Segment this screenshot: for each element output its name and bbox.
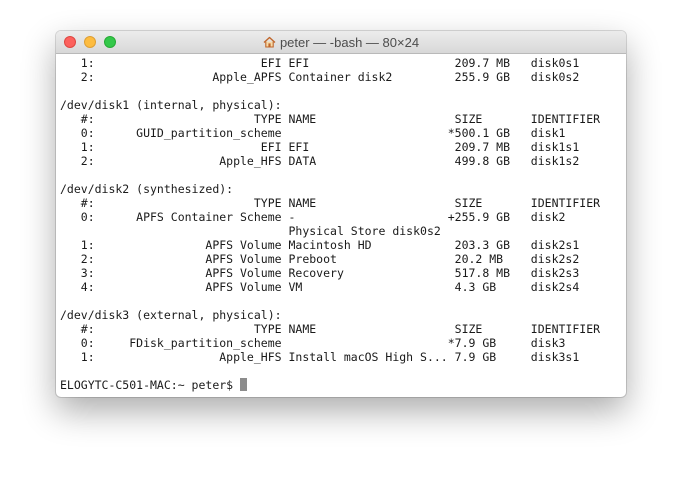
terminal-line: #: TYPE NAME SIZE IDENTIFIER (60, 112, 601, 126)
text-cursor (240, 378, 248, 391)
window-title-area: peter — -bash — 80×24 (56, 31, 626, 53)
home-icon (263, 36, 276, 48)
terminal-line: 1: EFI EFI 209.7 MB disk1s1 (60, 140, 580, 154)
terminal-line: 1: Apple_HFS Install macOS High S... 7.9… (60, 350, 580, 364)
window-title: peter — -bash — 80×24 (279, 34, 420, 50)
shell-prompt: ELOGYTC-C501-MAC:~ peter$ (60, 378, 241, 392)
terminal-line: 0: GUID_partition_scheme *500.1 GB disk1 (60, 126, 566, 140)
terminal-line: /dev/disk1 (internal, physical): (60, 98, 282, 112)
terminal-line: 0: FDisk_partition_scheme *7.9 GB disk3 (60, 336, 566, 350)
terminal-line: Physical Store disk0s2 (60, 224, 441, 238)
terminal-line: 2: Apple_APFS Container disk2 255.9 GB d… (60, 70, 580, 84)
prompt-line[interactable]: ELOGYTC-C501-MAC:~ peter$ (60, 378, 622, 392)
terminal-line: 0: APFS Container Scheme - +255.9 GB dis… (60, 210, 566, 224)
terminal-line: #: TYPE NAME SIZE IDENTIFIER (60, 322, 601, 336)
terminal-window: peter — -bash — 80×24 1: EFI EFI 209.7 M… (56, 31, 626, 397)
terminal-line: 3: APFS Volume Recovery 517.8 MB disk2s3 (60, 266, 580, 280)
terminal-line: 1: EFI EFI 209.7 MB disk0s1 (60, 56, 580, 70)
title-bar[interactable]: peter — -bash — 80×24 (56, 31, 626, 54)
terminal-line: #: TYPE NAME SIZE IDENTIFIER (60, 196, 601, 210)
terminal-line: 4: APFS Volume VM 4.3 GB disk2s4 (60, 280, 580, 294)
terminal-line: 1: APFS Volume Macintosh HD 203.3 GB dis… (60, 238, 580, 252)
terminal-line: /dev/disk2 (synthesized): (60, 182, 234, 196)
terminal-line: /dev/disk3 (external, physical): (60, 308, 282, 322)
terminal-line: 2: Apple_HFS DATA 499.8 GB disk1s2 (60, 154, 580, 168)
terminal-line: 2: APFS Volume Preboot 20.2 MB disk2s2 (60, 252, 580, 266)
terminal-output[interactable]: 1: EFI EFI 209.7 MB disk0s1 2: Apple_APF… (60, 56, 622, 397)
